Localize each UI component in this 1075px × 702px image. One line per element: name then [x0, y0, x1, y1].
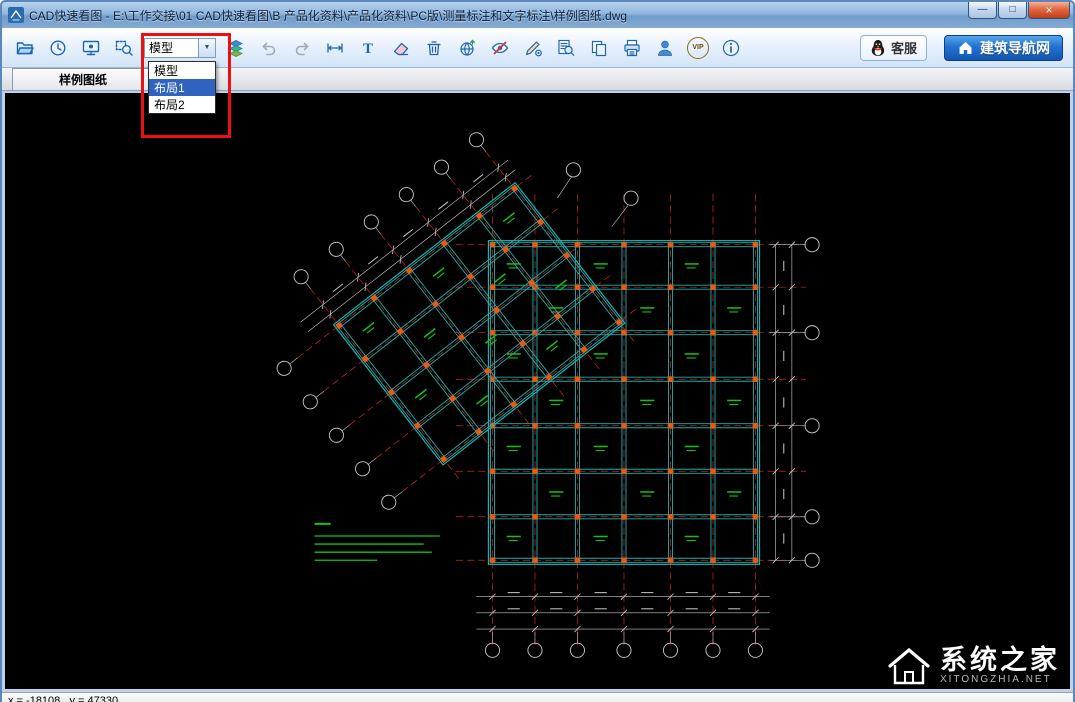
user-icon	[658, 40, 672, 56]
cursor-coordinates: x = -18108 y = 47330	[8, 694, 119, 702]
zoom-window-button[interactable]	[111, 35, 137, 61]
vip-icon: VIP	[687, 36, 709, 59]
text-annotate-button[interactable]: T	[355, 35, 381, 61]
undo-button[interactable]	[256, 35, 282, 61]
find-text-button[interactable]	[553, 35, 579, 61]
print-button[interactable]	[619, 35, 645, 61]
hide-layer-button[interactable]	[487, 35, 513, 61]
building-nav-label: 建筑导航网	[980, 39, 1050, 56]
redo-button[interactable]	[289, 35, 315, 61]
undo-icon	[262, 42, 276, 55]
chevron-down-icon[interactable]: ▼	[198, 38, 215, 57]
maximize-button[interactable]: □	[998, 2, 1027, 19]
trash-icon	[427, 40, 441, 55]
eraser-button[interactable]	[388, 35, 414, 61]
title-bar[interactable]: CAD快速看图 - E:\工作交接\01 CAD快速看图\B 产品化资料\产品化…	[2, 2, 1073, 28]
vip-button[interactable]: VIP	[685, 35, 711, 61]
pencil-gear-icon	[525, 40, 542, 56]
open-folder-icon	[16, 41, 34, 54]
compare-icon	[591, 40, 607, 56]
window-controls: — □ ×	[968, 2, 1070, 19]
eraser-icon	[393, 42, 409, 55]
dropdown-item-layout2[interactable]: 布局2	[149, 96, 215, 113]
building-nav-button[interactable]: 建筑导航网	[944, 34, 1063, 61]
canvas-frame: 系统之家 XITONGZHIA.NET	[2, 91, 1073, 692]
layers-icon	[229, 39, 243, 57]
delete-button[interactable]	[421, 35, 447, 61]
tab-sample-drawing[interactable]: 样例图纸	[12, 68, 154, 90]
about-button[interactable]	[718, 35, 744, 61]
drawing-canvas[interactable]: 系统之家 XITONGZHIA.NET	[5, 93, 1070, 689]
app-window: CAD快速看图 - E:\工作交接\01 CAD快速看图\B 产品化资料\产品化…	[0, 0, 1075, 702]
printer-icon	[624, 39, 640, 56]
screen-icon	[82, 40, 100, 55]
eye-slash-icon	[491, 40, 509, 55]
measure-icon	[327, 42, 343, 53]
svg-text:T: T	[363, 41, 373, 57]
house-icon	[959, 41, 972, 54]
compare-button[interactable]	[586, 35, 612, 61]
layout-dropdown-list: 模型 布局1 布局2	[148, 61, 216, 114]
cad-drawing[interactable]	[5, 93, 1070, 689]
dropdown-item-layout1[interactable]: 布局1	[149, 79, 215, 96]
annotate-settings-button[interactable]	[520, 35, 546, 61]
cloud-upload-button[interactable]	[454, 35, 480, 61]
clock-icon	[50, 39, 66, 56]
app-icon	[8, 7, 24, 23]
close-button[interactable]: ×	[1028, 2, 1070, 19]
zoom-window-icon	[115, 40, 133, 56]
user-account-button[interactable]	[652, 35, 678, 61]
toolbar: 模型 ▼ 模型 布局1 布局2 T VIP 客服 建筑导航网	[2, 28, 1073, 138]
customer-service-label: 客服	[890, 41, 917, 56]
fit-view-button[interactable]	[78, 35, 104, 61]
info-icon	[722, 39, 740, 56]
status-bar: x = -18108 y = 47330	[2, 691, 1073, 702]
text-icon: T	[363, 41, 373, 57]
globe-upload-icon	[460, 39, 475, 56]
customer-service-button[interactable]: 客服	[859, 34, 927, 61]
search-document-icon	[558, 39, 575, 56]
minimize-button[interactable]: —	[968, 2, 997, 19]
dropdown-item-model[interactable]: 模型	[149, 62, 215, 79]
qq-penguin-icon	[871, 39, 885, 56]
recent-files-button[interactable]	[45, 35, 71, 61]
redo-icon	[295, 42, 309, 55]
combobox-value: 模型	[149, 41, 174, 55]
window-title: CAD快速看图 - E:\工作交接\01 CAD快速看图\B 产品化资料\产品化…	[29, 8, 628, 23]
layout-combobox[interactable]: 模型 ▼	[144, 37, 216, 58]
open-button[interactable]	[12, 35, 38, 61]
layers-button[interactable]	[223, 35, 249, 61]
measure-button[interactable]	[322, 35, 348, 61]
